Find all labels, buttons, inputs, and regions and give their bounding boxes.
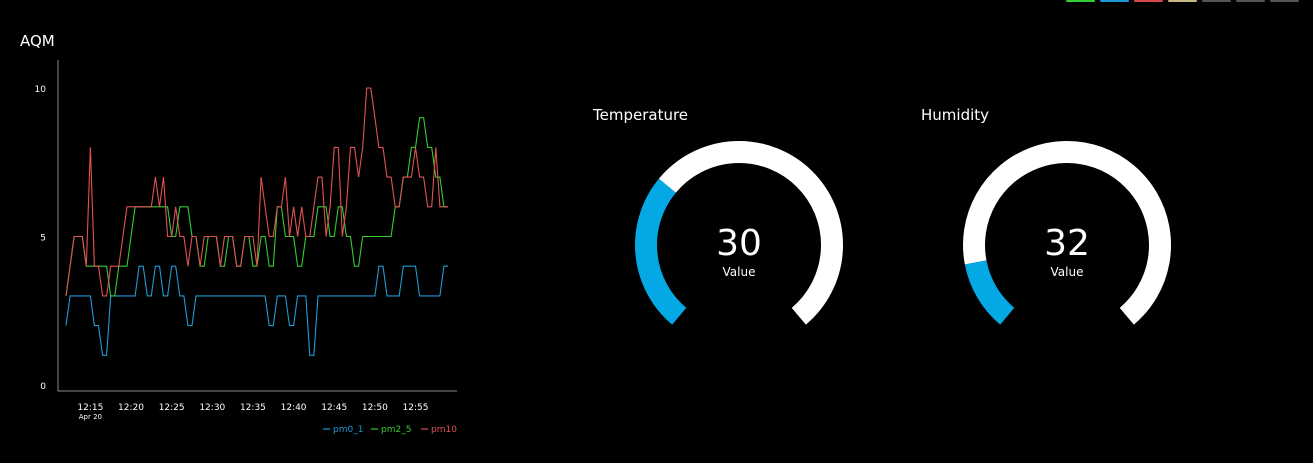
x-tick-label: 12:40 <box>281 403 307 413</box>
gauge-value-label: Value <box>1051 265 1084 279</box>
theme-swatch[interactable] <box>1202 0 1231 2</box>
temperature-title: Temperature <box>593 106 689 124</box>
gauge-fill <box>635 178 687 325</box>
theme-swatch[interactable] <box>1236 0 1265 2</box>
x-tick-label: 12:45 <box>321 403 347 413</box>
legend-label: pm0_1 <box>333 425 363 435</box>
aqm-line-chart: 0 5 10 12:15Apr 20 12:20 12:25 12:30 12:35 12:40… <box>35 60 457 435</box>
legend-label: pm10 <box>431 425 457 435</box>
theme-swatch-bar <box>1066 0 1299 2</box>
series-line-pm2-5 <box>65 117 448 297</box>
x-tick-label: 12:25 <box>159 403 185 413</box>
x-tick-label: 12:35 <box>240 403 266 413</box>
theme-swatch[interactable] <box>1270 0 1299 2</box>
y-tick-label: 5 <box>40 234 46 244</box>
y-tick-label: 0 <box>40 382 46 392</box>
x-tick-label: 12:15 <box>77 403 103 413</box>
humidity-gauge: 32Value <box>963 141 1171 325</box>
series-line-pm0-1 <box>65 265 448 356</box>
series-line-pm10 <box>65 87 448 297</box>
humidity-title: Humidity <box>921 106 990 124</box>
gauge-value: 30 <box>716 223 762 264</box>
x-tick-label: 12:55 <box>403 403 429 413</box>
temperature-gauge: 30Value <box>635 141 843 325</box>
x-tick-label: 12:50 <box>362 403 388 413</box>
x-date-label: Apr 20 <box>79 413 102 421</box>
gauge-value-label: Value <box>723 265 756 279</box>
y-tick-label: 10 <box>35 85 47 95</box>
theme-swatch[interactable] <box>1134 0 1163 2</box>
theme-swatch[interactable] <box>1168 0 1197 2</box>
gauge-value: 32 <box>1044 223 1090 264</box>
theme-swatch[interactable] <box>1100 0 1129 2</box>
dashboard: AQM 0 5 10 12:15 Apr 20 12:20 12:25 12:30 12:35 1… <box>0 0 1313 463</box>
legend-label: pm2_5 <box>381 425 411 435</box>
x-tick-label: 12:30 <box>199 403 225 413</box>
gauge-fill <box>964 259 1015 325</box>
x-tick-label: 12:20 <box>118 403 144 413</box>
theme-swatch[interactable] <box>1066 0 1095 2</box>
